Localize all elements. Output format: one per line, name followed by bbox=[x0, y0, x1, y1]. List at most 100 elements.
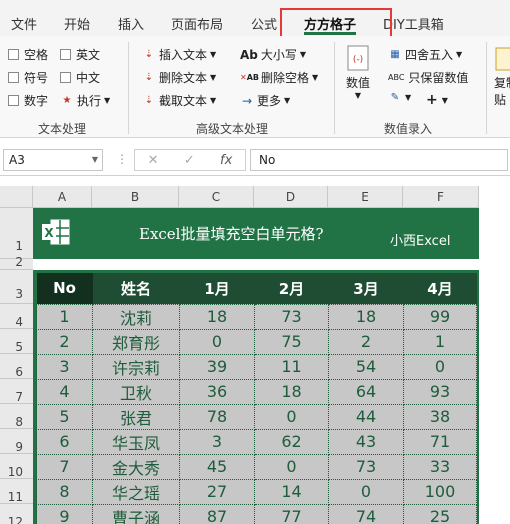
table-cell[interactable]: 78 bbox=[179, 403, 255, 430]
checkbox-icon[interactable] bbox=[8, 49, 19, 60]
table-cell[interactable]: 2 bbox=[36, 328, 93, 355]
table-cell[interactable]: 8 bbox=[36, 478, 93, 505]
table-cell[interactable]: 金大秀 bbox=[92, 453, 180, 480]
header-no[interactable]: No bbox=[36, 273, 93, 304]
row-header-9[interactable]: 9 bbox=[0, 429, 33, 454]
table-cell[interactable]: 3 bbox=[36, 353, 93, 380]
worksheet-grid[interactable]: A B C D E F 1 2 3 4 5 6 7 8 9 10 11 12 X… bbox=[0, 176, 510, 524]
column-header-a[interactable]: A bbox=[33, 186, 92, 208]
column-header-b[interactable]: B bbox=[92, 186, 179, 208]
table-cell[interactable]: 77 bbox=[254, 503, 329, 524]
option-chinese[interactable]: 中文 bbox=[60, 69, 100, 86]
table-cell[interactable]: 93 bbox=[403, 378, 477, 405]
table-cell[interactable]: 75 bbox=[254, 328, 329, 355]
insert-text-button[interactable]: ⇣ 插入文本 ▼ bbox=[142, 46, 216, 63]
tab-diy-toolbox[interactable]: DIY工具箱 bbox=[383, 14, 444, 33]
table-cell[interactable]: 44 bbox=[328, 403, 404, 430]
table-cell[interactable]: 华之瑶 bbox=[92, 478, 180, 505]
table-cell[interactable]: 43 bbox=[328, 428, 404, 455]
tab-page-layout[interactable]: 页面布局 bbox=[171, 14, 223, 33]
header-feb[interactable]: 2月 bbox=[254, 273, 329, 304]
header-jan[interactable]: 1月 bbox=[179, 273, 255, 304]
table-cell[interactable]: 62 bbox=[254, 428, 329, 455]
table-cell[interactable]: 39 bbox=[179, 353, 255, 380]
table-cell[interactable]: 华玉凤 bbox=[92, 428, 180, 455]
table-cell[interactable]: 45 bbox=[179, 453, 255, 480]
table-cell[interactable]: 5 bbox=[36, 403, 93, 430]
table-cell[interactable]: 0 bbox=[403, 353, 477, 380]
column-header-c[interactable]: C bbox=[179, 186, 254, 208]
checkbox-icon[interactable] bbox=[8, 95, 19, 106]
table-cell[interactable]: 9 bbox=[36, 503, 93, 524]
table-cell[interactable]: 71 bbox=[403, 428, 477, 455]
row-header-1[interactable]: 1 bbox=[0, 208, 33, 259]
table-cell[interactable]: 54 bbox=[328, 353, 404, 380]
row-header-5[interactable]: 5 bbox=[0, 329, 33, 354]
table-cell[interactable]: 许宗莉 bbox=[92, 353, 180, 380]
option-symbol[interactable]: 符号 bbox=[8, 69, 48, 86]
table-cell[interactable]: 99 bbox=[403, 303, 477, 330]
row-header-8[interactable]: 8 bbox=[0, 404, 33, 429]
header-mar[interactable]: 3月 bbox=[328, 273, 404, 304]
table-cell[interactable]: 沈莉 bbox=[92, 303, 180, 330]
table-cell[interactable]: 100 bbox=[403, 478, 477, 505]
row-header-7[interactable]: 7 bbox=[0, 379, 33, 404]
table-cell[interactable]: 3 bbox=[179, 428, 255, 455]
table-cell[interactable]: 87 bbox=[179, 503, 255, 524]
table-cell[interactable]: 18 bbox=[328, 303, 404, 330]
table-cell[interactable]: 1 bbox=[403, 328, 477, 355]
table-cell[interactable]: 27 bbox=[179, 478, 255, 505]
table-cell[interactable]: 0 bbox=[179, 328, 255, 355]
confirm-icon[interactable]: ✓ bbox=[184, 153, 195, 168]
checkbox-icon[interactable] bbox=[60, 72, 71, 83]
table-cell[interactable]: 0 bbox=[254, 453, 329, 480]
tab-home[interactable]: 开始 bbox=[64, 14, 90, 33]
case-button[interactable]: Ab 大小写 ▼ bbox=[240, 46, 306, 63]
edit-button[interactable]: ✎ ▼ bbox=[388, 92, 411, 103]
name-box[interactable]: A3 ▼ bbox=[3, 149, 103, 171]
column-header-d[interactable]: D bbox=[254, 186, 328, 208]
checkbox-icon[interactable] bbox=[8, 72, 19, 83]
option-english[interactable]: 英文 bbox=[60, 46, 100, 63]
more-button[interactable]: → 更多 ▼ bbox=[240, 92, 290, 109]
table-cell[interactable]: 0 bbox=[254, 403, 329, 430]
cancel-icon[interactable]: ✕ bbox=[148, 153, 159, 168]
table-cell[interactable]: 7 bbox=[36, 453, 93, 480]
header-apr[interactable]: 4月 bbox=[403, 273, 477, 304]
table-cell[interactable]: 郑育彤 bbox=[92, 328, 180, 355]
copy-paste-button[interactable]: 复制 贴 bbox=[494, 46, 510, 108]
table-cell[interactable]: 25 bbox=[403, 503, 477, 524]
table-cell[interactable]: 1 bbox=[36, 303, 93, 330]
execute-button[interactable]: ★ 执行 ▼ bbox=[60, 92, 111, 109]
table-cell[interactable]: 4 bbox=[36, 378, 93, 405]
table-cell[interactable]: 18 bbox=[254, 378, 329, 405]
table-cell[interactable]: 曹子涵 bbox=[92, 503, 180, 524]
checkbox-icon[interactable] bbox=[60, 49, 71, 60]
column-header-f[interactable]: F bbox=[403, 186, 479, 208]
row-header-2[interactable]: 2 bbox=[0, 256, 33, 270]
row-header-4[interactable]: 4 bbox=[0, 304, 33, 329]
table-cell[interactable]: 74 bbox=[328, 503, 404, 524]
column-header-e[interactable]: E bbox=[328, 186, 403, 208]
plus-button[interactable]: + ▼ bbox=[426, 92, 448, 108]
number-button[interactable]: (-) 数值 ▼ bbox=[346, 44, 370, 100]
table-cell[interactable]: 33 bbox=[403, 453, 477, 480]
extract-text-button[interactable]: ⇣ 截取文本 ▼ bbox=[142, 92, 216, 109]
row-header-12[interactable]: 12 bbox=[0, 504, 33, 524]
formula-input[interactable]: No bbox=[250, 149, 508, 171]
table-cell[interactable]: 张君 bbox=[92, 403, 180, 430]
table-cell[interactable]: 18 bbox=[179, 303, 255, 330]
tab-file[interactable]: 文件 bbox=[11, 14, 37, 33]
header-name[interactable]: 姓名 bbox=[92, 273, 180, 304]
table-cell[interactable]: 11 bbox=[254, 353, 329, 380]
tab-insert[interactable]: 插入 bbox=[118, 14, 144, 33]
table-cell[interactable]: 73 bbox=[328, 453, 404, 480]
option-number[interactable]: 数字 bbox=[8, 92, 48, 109]
tab-formulas[interactable]: 公式 bbox=[251, 14, 277, 33]
select-all-corner[interactable] bbox=[0, 186, 33, 208]
table-cell[interactable]: 卫秋 bbox=[92, 378, 180, 405]
table-cell[interactable]: 0 bbox=[328, 478, 404, 505]
table-cell[interactable]: 14 bbox=[254, 478, 329, 505]
round-button[interactable]: ▦ 四舍五入 ▼ bbox=[388, 46, 462, 63]
keep-values-button[interactable]: ABC 只保留数值 bbox=[388, 69, 468, 86]
